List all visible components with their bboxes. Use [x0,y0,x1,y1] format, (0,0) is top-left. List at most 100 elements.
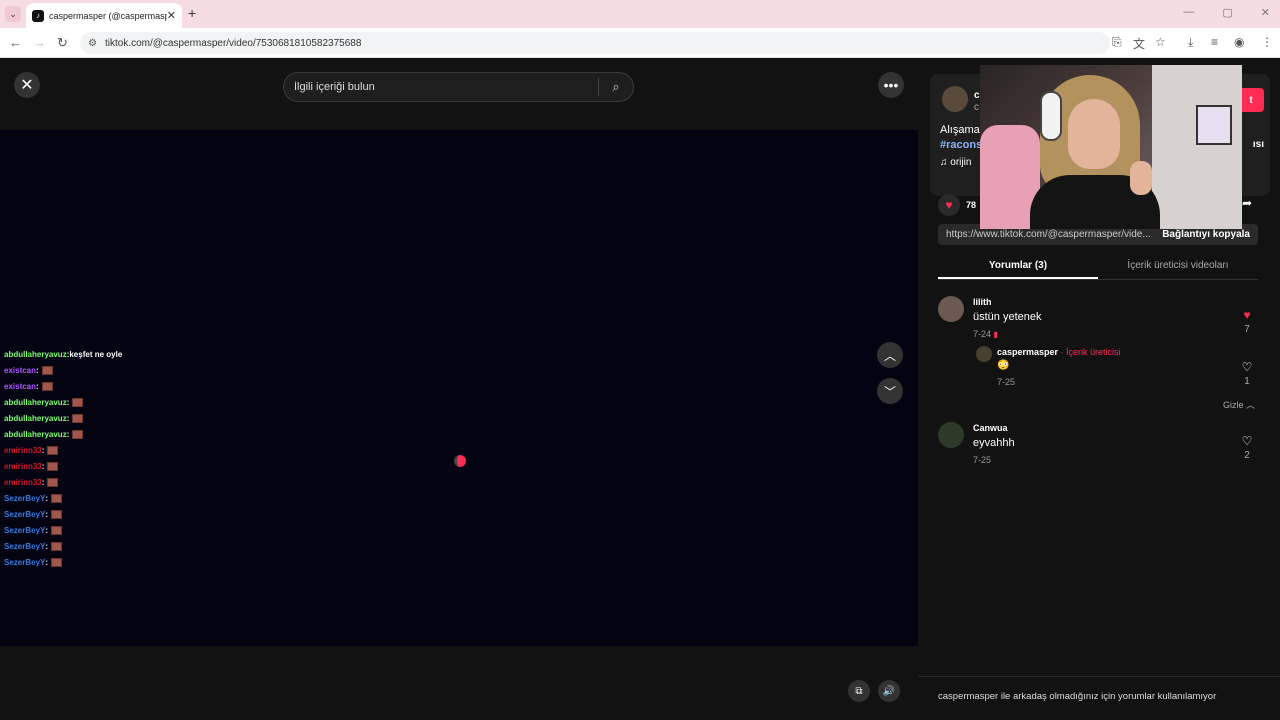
maximize-icon[interactable]: ▢ [1222,6,1232,19]
volume-button[interactable]: 🔊 [878,680,900,702]
chat-username: emirinn33 [4,477,42,487]
comment-text: eyvahhh [973,437,1015,449]
browser-tab[interactable]: ♪ caspermasper (@caspermasper ✕ [26,3,182,28]
speaker-icon: 🔊 [882,685,896,697]
reply-like-button[interactable]: ♡ 1 [1236,360,1258,387]
forward-icon[interactable]: → [33,35,46,50]
loading-spinner-icon [454,455,466,467]
heart-outline-icon: ♡ [1241,434,1253,448]
install-app-icon[interactable]: ⎘ [1112,35,1122,50]
chat-separator: : [66,397,70,407]
search-bar[interactable]: ⌕ [283,72,634,102]
chat-separator: : [45,525,49,535]
hide-replies-button[interactable]: Gizle ︿ [1223,398,1255,411]
bookmark-star-icon[interactable]: ☆ [1155,35,1166,49]
chat-separator: : [36,381,39,391]
chat-separator: : [41,461,45,471]
video-player[interactable]: abdullaheryavuz : keşfet ne oyle existcan… [0,130,918,646]
chat-emote-icon [72,397,84,407]
chat-message: SezerBeyY : [4,506,122,522]
chat-separator: : [41,445,45,455]
chat-emote-icon [47,477,59,487]
author-avatar[interactable] [942,86,968,112]
chat-emote-icon [72,413,84,423]
search-input[interactable] [284,81,598,93]
new-tab-icon[interactable]: + [188,5,196,21]
commenter-avatar[interactable] [938,422,964,448]
chevron-up-icon: ︿ [883,348,896,363]
chat-message: abdullaheryavuz : [4,410,122,426]
heart-icon: ♥ [945,198,953,212]
site-info-icon[interactable]: ⚙ [88,38,97,49]
ellipsis-icon: ••• [883,77,899,93]
chat-emote-icon [41,381,53,391]
minimize-icon[interactable]: — [1183,6,1194,19]
chat-emote-icon [47,445,59,455]
chat-username: existcan [4,381,37,391]
like-button[interactable]: ♥ [938,194,960,216]
chat-username: SezerBeyY [4,493,46,503]
reply-like-count: 1 [1244,376,1250,387]
download-icon[interactable]: ⤓ [1188,35,1193,50]
floating-player-button[interactable]: ⧉ [848,680,870,702]
tab-comments[interactable]: Yorumlar (3) [938,254,1098,279]
reply-author[interactable]: caspermasper · İçerik üreticisi [997,347,1121,357]
floating-player-icon: ⧉ [855,685,863,697]
chat-separator: : [45,557,49,567]
more-options-button[interactable]: ••• [878,72,904,98]
chat-message: SezerBeyY : [4,554,122,570]
chat-separator: : [36,365,39,375]
reload-icon[interactable]: ↻ [57,35,68,51]
video-stage: ✕ ⌕ ••• abdullaheryavuz : keşfet ne oyle… [0,58,918,720]
close-window-icon[interactable]: ✕ [1261,6,1270,19]
share-icon[interactable]: ➦ [1242,196,1252,210]
panel-tabs: Yorumlar (3) İçerik üreticisi videoları [938,254,1258,280]
translate-icon[interactable]: 文 [1133,35,1145,52]
chat-emote-icon [51,525,63,535]
close-video-button[interactable]: ✕ [14,72,40,98]
chrome-menu-icon[interactable]: ⋮ [1261,35,1273,49]
next-video-button[interactable]: ﹀ [877,378,903,404]
commenter-name[interactable]: Canwua [973,423,1008,433]
back-icon[interactable]: ← [9,35,22,50]
browser-toolbar: ← → ↻ ⚙ tiktok.com/@caspermasper/video/7… [0,28,1280,58]
previous-video-button[interactable]: ︿ [877,342,903,368]
author-name-fragment[interactable]: c [974,90,980,101]
music-title: orijin [950,157,972,168]
close-tab-icon[interactable]: ✕ [167,9,176,22]
chevron-up-small-icon: ︿ [1246,400,1256,410]
comment-like-count: 2 [1244,450,1250,461]
video-link[interactable]: https://www.tiktok.com/@caspermasper/vid… [946,229,1162,240]
chat-emote-icon [47,461,59,471]
hashtag-link[interactable]: #racons [940,139,982,151]
comment-like-button[interactable]: ♡ 2 [1236,434,1258,461]
chat-username: abdullaheryavuz [4,429,67,439]
webcam-person-hand [1130,161,1152,195]
chat-message: abdullaheryavuz : keşfet ne oyle [4,346,122,362]
profile-avatar-icon[interactable]: ◉ [1234,35,1244,49]
chat-username: existcan [4,365,37,375]
comment-date: 7-25 [973,455,992,465]
tab-creator-videos[interactable]: İçerik üreticisi videoları [1098,254,1258,279]
chat-emote-icon [51,557,63,567]
chat-message: emirinn33 : [4,442,122,458]
comment-like-button[interactable]: ♥ 7 [1236,308,1258,335]
close-icon: ✕ [20,77,34,94]
reply-badge-icon: ▮ [993,330,998,339]
commenter-name[interactable]: lilith [973,297,992,307]
chat-message: existcan : [4,362,122,378]
webcam-background-wall [1152,65,1242,229]
media-controls-icon[interactable]: ≡ [1211,35,1218,49]
description-tail: ısı [1252,139,1264,150]
chat-username: abdullaheryavuz [4,413,67,423]
heart-outline-icon: ♡ [1241,360,1253,374]
address-bar[interactable]: ⚙ tiktok.com/@caspermasper/video/7530681… [80,32,1110,54]
tab-search-chevron-icon[interactable]: ⌄ [5,6,21,22]
search-icon[interactable]: ⌕ [599,79,633,95]
chat-message: emirinn33 : [4,474,122,490]
music-link[interactable]: ♫ orijin [940,157,971,168]
chat-message: SezerBeyY : [4,538,122,554]
reply-avatar[interactable] [976,346,992,362]
commenter-avatar[interactable] [938,296,964,322]
copy-link-button[interactable]: Bağlantıyı kopyala [1162,229,1250,240]
